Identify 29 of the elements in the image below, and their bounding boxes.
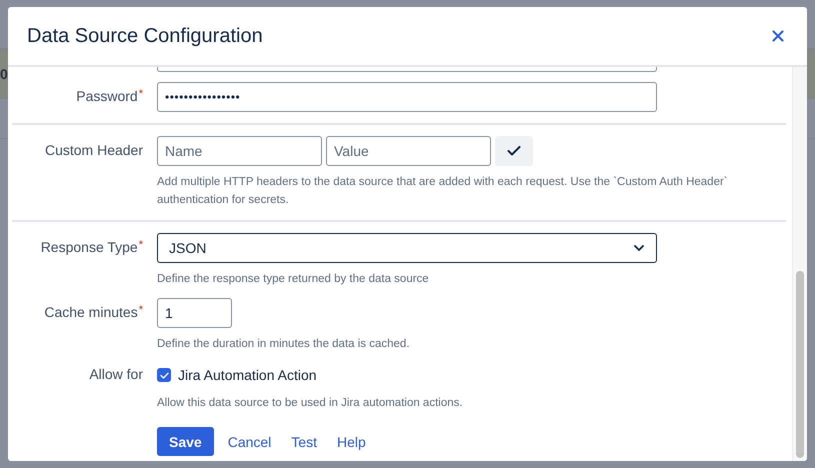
link-button[interactable]: Test: [281, 427, 327, 456]
table-cell: 0: [0, 66, 8, 82]
help-text: Add multiple HTTP headers to the data source that are added with each request. Use the `Custom Auth Header` authentication for secrets.: [157, 175, 729, 208]
number-field[interactable]: 1: [157, 298, 232, 328]
field-label: Password*: [76, 88, 143, 104]
link-button[interactable]: Help: [326, 427, 376, 456]
check-icon: [160, 372, 168, 378]
dialog-title: Data Source Configuration: [27, 24, 263, 48]
close-icon[interactable]: [772, 30, 784, 42]
check-icon: [507, 146, 521, 156]
value-field[interactable]: Value: [326, 136, 491, 166]
password-field[interactable]: ••••••••••••••••: [157, 82, 657, 112]
link-button[interactable]: Cancel: [218, 427, 282, 456]
field-label: Custom Header: [44, 142, 143, 158]
help-text: Allow this data source to be used in Jira automation actions.: [157, 396, 464, 411]
checkbox-label: Jira Automation Action: [178, 367, 317, 383]
help-text: Define the duration in minutes the data is cached.: [157, 337, 411, 352]
name-field[interactable]: Name: [157, 136, 322, 166]
chevron-down-icon: [634, 245, 644, 251]
scrollbar[interactable]: [792, 67, 807, 461]
save-button[interactable]: Save: [157, 427, 214, 456]
input-field[interactable]: [157, 67, 657, 72]
response-type-select[interactable]: JSON: [157, 233, 657, 263]
field-label: Response Type*: [40, 239, 143, 255]
help-text: Define the response type returned by the data source: [157, 272, 430, 287]
field-label: Allow for: [89, 366, 143, 382]
checkbox[interactable]: [157, 368, 171, 382]
field-label: Cache minutes*: [44, 304, 143, 320]
confirm-button[interactable]: [495, 136, 533, 166]
